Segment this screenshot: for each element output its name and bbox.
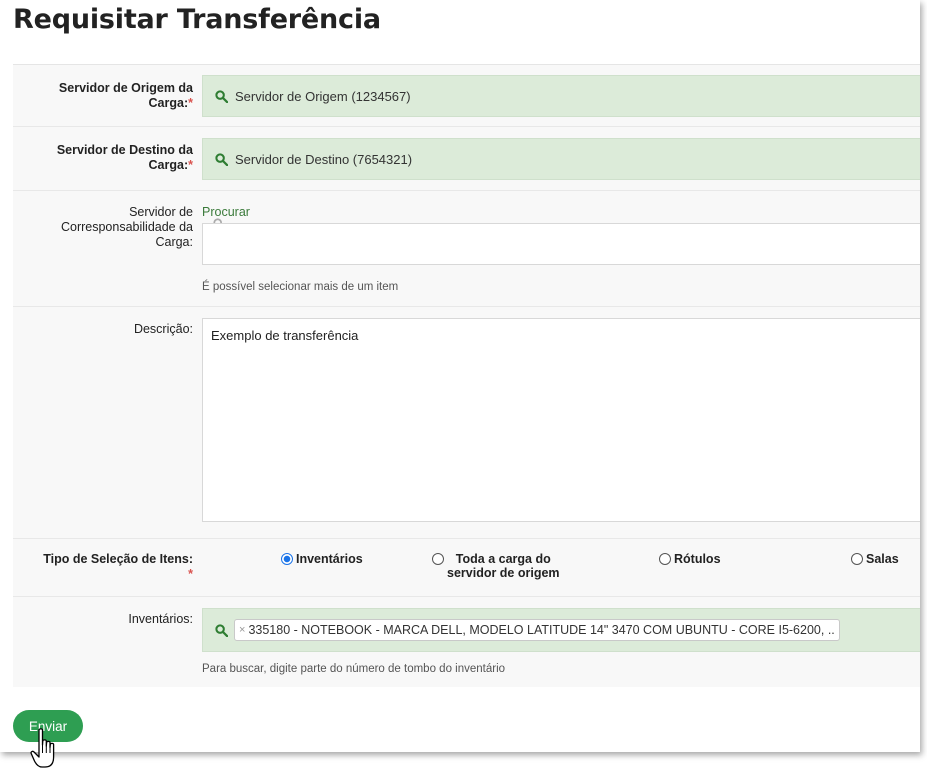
descricao-value: Exemplo de transferência	[211, 328, 359, 343]
tipo-selecao-label: Tipo de Seleção de Itens: *	[43, 552, 193, 581]
required-mark: *	[188, 567, 193, 581]
descricao-textarea[interactable]: Exemplo de transferência	[202, 318, 920, 522]
inventarios-hint: Para buscar, digite parte do número de t…	[202, 663, 506, 675]
radio-unselected-icon	[432, 553, 444, 565]
transfer-form: Servidor de Origem da Carga:* Servidor d…	[13, 64, 920, 687]
tag-label: 335180 - NOTEBOOK - MARCA DELL, MODELO L…	[248, 623, 835, 637]
search-icon	[215, 152, 228, 166]
required-mark: *	[188, 158, 193, 172]
radio-unselected-icon	[851, 553, 863, 565]
inventarios-label: Inventários:	[128, 612, 193, 626]
radio-toda-carga[interactable]: Toda a carga do servidor de origem	[432, 552, 560, 580]
hand-pointer-icon	[30, 728, 55, 768]
radio-unselected-icon	[659, 553, 671, 565]
destino-label: Servidor de Destino da Carga:*	[56, 143, 193, 172]
origem-field[interactable]: Servidor de Origem (1234567)	[202, 75, 920, 117]
required-mark: *	[188, 96, 193, 110]
radio-salas[interactable]: Salas	[851, 552, 899, 566]
row-tipo-selecao: Tipo de Seleção de Itens: * Inventários …	[13, 539, 920, 597]
inventarios-field[interactable]: × 335180 - NOTEBOOK - MARCA DELL, MODELO…	[202, 608, 920, 652]
destino-value: Servidor de Destino (7654321)	[235, 151, 413, 167]
destino-field[interactable]: Servidor de Destino (7654321)	[202, 138, 920, 180]
transfer-card: Requisitar Transferência Servidor de Ori…	[0, 0, 920, 768]
corresponsabilidade-input[interactable]	[202, 223, 920, 265]
inventario-tag[interactable]: × 335180 - NOTEBOOK - MARCA DELL, MODELO…	[234, 619, 840, 641]
row-inventarios: Inventários: × 335180 - NOTEBOOK - MARCA…	[13, 597, 920, 688]
search-icon	[215, 623, 228, 637]
origem-label: Servidor de Origem da Carga:*	[58, 81, 193, 110]
row-descricao: Descrição: Exemplo de transferência	[13, 307, 920, 539]
row-origem: Servidor de Origem da Carga:* Servidor d…	[13, 65, 920, 127]
row-corresponsabilidade: Servidor de Corresponsabilidade da Carga…	[13, 191, 920, 307]
corresponsabilidade-label: Servidor de Corresponsabilidade da Carga…	[60, 205, 193, 249]
procurar-link[interactable]: Procurar	[202, 205, 250, 219]
corresponsabilidade-hint: É possível selecionar mais de um item	[202, 281, 399, 293]
search-icon	[215, 89, 228, 103]
descricao-label: Descrição:	[133, 322, 193, 336]
radio-rotulos[interactable]: Rótulos	[659, 552, 721, 566]
tag-remove-icon[interactable]: ×	[239, 624, 245, 636]
radio-selected-icon	[281, 553, 293, 565]
radio-inventarios[interactable]: Inventários	[281, 552, 363, 566]
origem-value: Servidor de Origem (1234567)	[235, 88, 411, 104]
page-title: Requisitar Transferência	[13, 4, 381, 35]
row-destino: Servidor de Destino da Carga:* Servidor …	[13, 127, 920, 191]
